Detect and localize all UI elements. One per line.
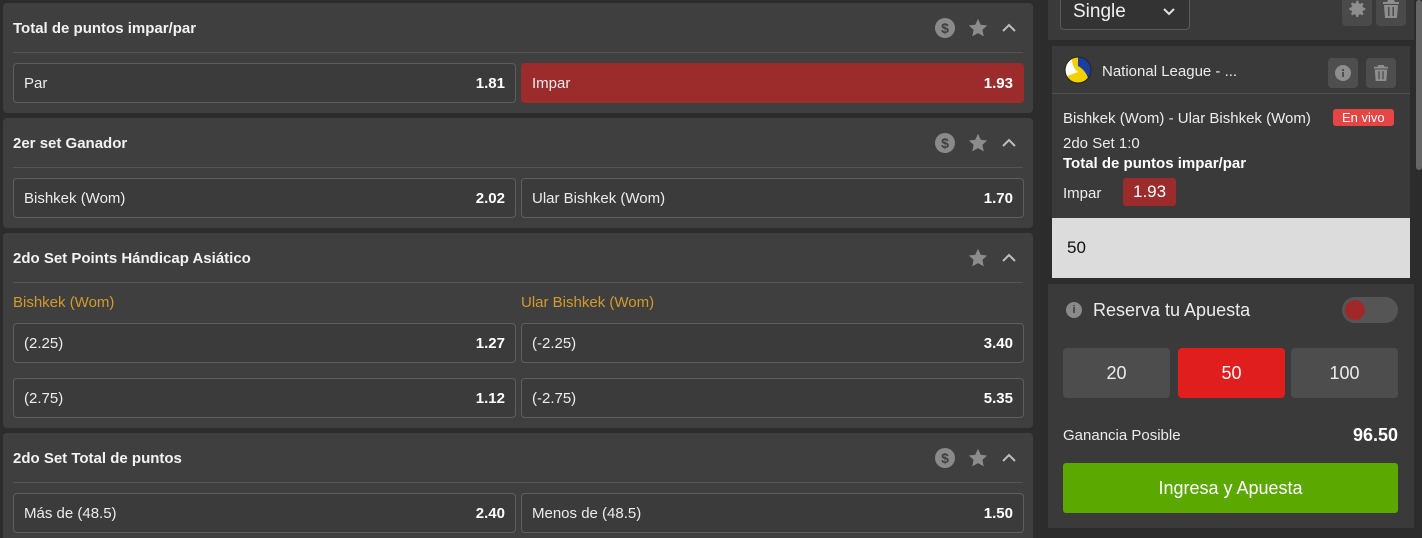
clear-betslip-button[interactable] bbox=[1376, 0, 1406, 26]
scrollbar[interactable] bbox=[1416, 0, 1422, 170]
possible-gain-label: Ganancia Posible bbox=[1063, 427, 1181, 444]
bet-info-button[interactable] bbox=[1328, 58, 1358, 88]
quick-stake-20[interactable]: 20 bbox=[1063, 348, 1170, 398]
place-bet-button[interactable]: Ingresa y Apuesta bbox=[1063, 463, 1398, 513]
betting-page: Total de puntos impar/par $ Par 1.81 Imp… bbox=[0, 0, 1422, 538]
odd-value: 2.40 bbox=[475, 505, 505, 522]
cashout-icon[interactable]: $ bbox=[935, 448, 955, 468]
bet-type-select[interactable]: Single bbox=[1060, 0, 1190, 30]
league-name: National League - ... bbox=[1102, 63, 1238, 80]
odd-value: 3.40 bbox=[983, 335, 1013, 352]
odd-button-selected[interactable]: Impar 1.93 bbox=[521, 63, 1024, 103]
odd-value: 1.27 bbox=[475, 335, 505, 352]
odd-value: 1.93 bbox=[983, 75, 1013, 92]
betslip: Single National League - ... Bishkek (Wo… bbox=[1040, 0, 1422, 538]
info-icon[interactable]: i bbox=[1066, 302, 1082, 318]
cashout-icon[interactable]: $ bbox=[935, 133, 955, 153]
odd-button[interactable]: Ular Bishkek (Wom) 1.70 bbox=[521, 178, 1024, 218]
outcome-label: Bishkek (Wom) bbox=[24, 190, 126, 207]
stake-input[interactable] bbox=[1052, 218, 1410, 278]
cashout-icon[interactable]: $ bbox=[935, 18, 955, 38]
odd-button[interactable]: (2.75) 1.12 bbox=[13, 378, 516, 418]
chevron-up-icon[interactable] bbox=[1001, 20, 1017, 36]
markets-list: Total de puntos impar/par $ Par 1.81 Imp… bbox=[0, 0, 1040, 538]
outcome-label: (2.75) bbox=[24, 390, 64, 407]
chevron-up-icon[interactable] bbox=[1001, 135, 1017, 151]
market-header[interactable]: 2do Set Total de puntos $ bbox=[13, 433, 1023, 483]
outcome-label: Menos de (48.5) bbox=[532, 505, 642, 522]
odd-value: 5.35 bbox=[983, 390, 1013, 407]
odd-button[interactable]: Menos de (48.5) 1.50 bbox=[521, 493, 1024, 533]
live-score: 2do Set 1:0 bbox=[1063, 135, 1140, 152]
bet-card-header: National League - ... bbox=[1052, 46, 1410, 94]
odd-button[interactable]: (-2.25) 3.40 bbox=[521, 323, 1024, 363]
market-set-winner: 2er set Ganador $ Bishkek (Wom) 2.02 Ula… bbox=[3, 118, 1033, 228]
possible-gain-value: 96.50 bbox=[1352, 425, 1398, 445]
gear-icon bbox=[1349, 0, 1366, 17]
outcome-label: Par bbox=[24, 75, 48, 92]
team-subheading: Ular Bishkek (Wom) bbox=[521, 294, 655, 311]
quick-stake-50[interactable]: 50 bbox=[1178, 348, 1285, 398]
outcome-label: (-2.75) bbox=[532, 390, 577, 407]
outcome-label: (-2.25) bbox=[532, 335, 577, 352]
market-header[interactable]: Total de puntos impar/par $ bbox=[13, 3, 1023, 53]
bet-card: National League - ... Bishkek (Wom) - Ul… bbox=[1052, 46, 1410, 278]
odd-value: 1.50 bbox=[983, 505, 1013, 522]
market-title: 2do Set Total de puntos bbox=[13, 450, 182, 467]
odd-button[interactable]: Par 1.81 bbox=[13, 63, 516, 103]
market-asian-handicap: 2do Set Points Hándicap Asiático Bishkek… bbox=[3, 233, 1033, 428]
outcome-label: (2.25) bbox=[24, 335, 64, 352]
star-icon[interactable] bbox=[967, 247, 989, 269]
odd-button[interactable]: Bishkek (Wom) 2.02 bbox=[13, 178, 516, 218]
quick-stake-100[interactable]: 100 bbox=[1291, 348, 1398, 398]
bet-type-value: Single bbox=[1073, 1, 1126, 22]
chevron-up-icon[interactable] bbox=[1001, 450, 1017, 466]
trash-icon bbox=[1383, 0, 1399, 18]
bet-selection: Impar bbox=[1063, 185, 1102, 202]
bet-odd: 1.93 bbox=[1123, 178, 1177, 206]
odd-value: 2.02 bbox=[475, 190, 505, 207]
market-total-points: 2do Set Total de puntos $ Más de (48.5) … bbox=[3, 433, 1033, 538]
star-icon[interactable] bbox=[967, 132, 989, 154]
chevron-up-icon[interactable] bbox=[1001, 250, 1017, 266]
market-odd-even: Total de puntos impar/par $ Par 1.81 Imp… bbox=[3, 3, 1033, 113]
odd-button[interactable]: (-2.75) 5.35 bbox=[521, 378, 1024, 418]
odd-value: 1.81 bbox=[475, 75, 505, 92]
live-badge: En vivo bbox=[1333, 109, 1394, 126]
remove-bet-button[interactable] bbox=[1366, 58, 1396, 88]
market-title: 2do Set Points Hándicap Asiático bbox=[13, 250, 251, 267]
team-subheading: Bishkek (Wom) bbox=[13, 294, 115, 311]
market-header[interactable]: 2er set Ganador $ bbox=[13, 118, 1023, 168]
market-header[interactable]: 2do Set Points Hándicap Asiático bbox=[13, 233, 1023, 283]
betslip-toolbar: Single bbox=[1048, 0, 1414, 40]
chevron-down-icon bbox=[1163, 8, 1175, 16]
settings-button[interactable] bbox=[1342, 0, 1372, 26]
odd-value: 1.70 bbox=[983, 190, 1013, 207]
toggle-knob bbox=[1345, 300, 1365, 320]
market-title: 2er set Ganador bbox=[13, 135, 128, 152]
reserve-label: Reserva tu Apuesta bbox=[1093, 300, 1251, 320]
outcome-label: Ular Bishkek (Wom) bbox=[532, 190, 666, 207]
star-icon[interactable] bbox=[967, 17, 989, 39]
outcome-label: Impar bbox=[532, 75, 571, 92]
info-icon bbox=[1335, 65, 1351, 81]
trash-icon bbox=[1373, 65, 1389, 81]
odd-button[interactable]: (2.25) 1.27 bbox=[13, 323, 516, 363]
volleyball-icon bbox=[1064, 56, 1092, 84]
reserve-toggle[interactable] bbox=[1342, 297, 1398, 323]
star-icon[interactable] bbox=[967, 447, 989, 469]
match-name: Bishkek (Wom) - Ular Bishkek (Wom) bbox=[1063, 110, 1311, 127]
market-title: Total de puntos impar/par bbox=[13, 20, 197, 37]
bet-actions-panel: i Reserva tu Apuesta 20 50 100 Ganancia … bbox=[1048, 284, 1414, 528]
odd-value: 1.12 bbox=[475, 390, 505, 407]
outcome-label: Más de (48.5) bbox=[24, 505, 117, 522]
odd-button[interactable]: Más de (48.5) 2.40 bbox=[13, 493, 516, 533]
bet-market: Total de puntos impar/par bbox=[1063, 155, 1247, 172]
